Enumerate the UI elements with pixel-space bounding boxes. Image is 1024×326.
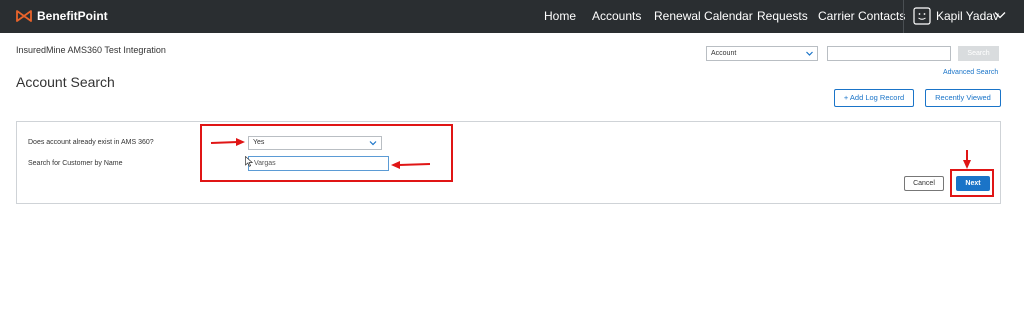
add-log-record-button[interactable]: + Add Log Record — [834, 89, 914, 107]
chevron-down-icon — [806, 51, 813, 56]
user-name[interactable]: Kapil Yadav — [936, 9, 999, 23]
search-scope-select[interactable]: Account — [706, 46, 818, 61]
brand[interactable]: BenefitPoint — [16, 6, 108, 26]
nav-carrier-contacts[interactable]: Carrier Contacts — [818, 9, 905, 23]
page-title: Account Search — [16, 74, 115, 90]
nav-requests[interactable]: Requests — [757, 9, 808, 23]
recently-viewed-button[interactable]: Recently Viewed — [925, 89, 1001, 107]
search-button[interactable]: Search — [958, 46, 999, 61]
nav-home[interactable]: Home — [544, 9, 576, 23]
nav-divider — [903, 0, 904, 33]
benefitpoint-logo-icon — [16, 10, 32, 22]
annotation-box-form — [200, 124, 453, 182]
top-nav-bar: BenefitPoint Home Accounts Renewal Calen… — [0, 0, 1024, 33]
nav-renewal-calendar[interactable]: Renewal Calendar — [654, 9, 753, 23]
annotation-box-next — [950, 169, 994, 197]
chevron-down-icon[interactable] — [993, 8, 1007, 22]
user-avatar-icon[interactable] — [913, 7, 931, 25]
name-search-label: Search for Customer by Name — [28, 160, 123, 167]
brand-name: BenefitPoint — [37, 9, 108, 23]
tenant-name: InsuredMine AMS360 Test Integration — [16, 45, 166, 55]
search-input[interactable] — [827, 46, 951, 61]
advanced-search-link[interactable]: Advanced Search — [943, 69, 998, 76]
page: BenefitPoint Home Accounts Renewal Calen… — [0, 0, 1024, 326]
search-scope-value: Account — [711, 50, 737, 57]
cancel-button[interactable]: Cancel — [904, 176, 944, 191]
nav-accounts[interactable]: Accounts — [592, 9, 641, 23]
account-search-panel — [16, 121, 1001, 204]
exists-label: Does account already exist in AMS 360? — [28, 139, 154, 146]
